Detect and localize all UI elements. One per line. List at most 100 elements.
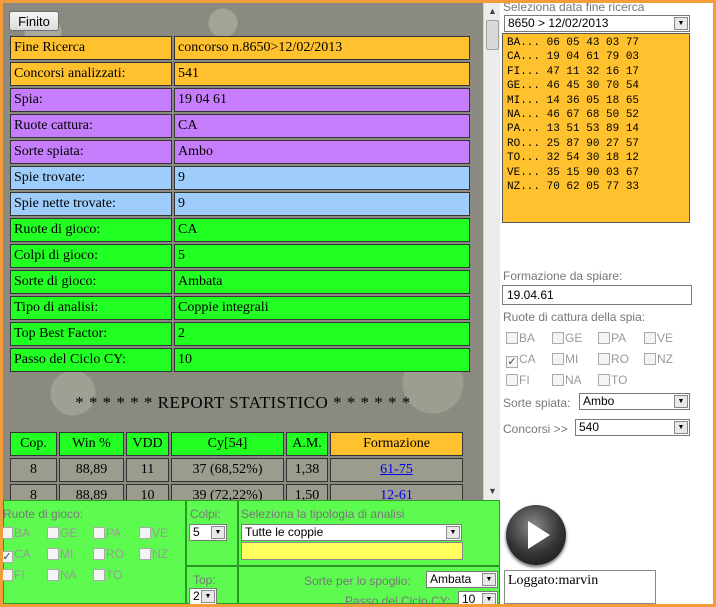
- play-icon: [528, 521, 550, 549]
- info-value: 9: [174, 166, 470, 190]
- tipologia-label: Seleziona la tipologia di analisi: [241, 507, 405, 521]
- ruote-cattura-label: Ruote di cattura della spia:: [503, 310, 646, 324]
- concorsi-value: 540: [579, 420, 600, 434]
- stats-cell: 8: [10, 484, 57, 500]
- sorte-spoglio-label: Sorte per lo spoglio:: [304, 574, 411, 588]
- stats-cell: 11: [126, 458, 169, 482]
- formazione-link[interactable]: 61-75: [380, 462, 413, 477]
- play-button[interactable]: [506, 505, 566, 565]
- info-row: Sorte di gioco: Ambata: [10, 270, 470, 294]
- checkbox-label: FI: [519, 373, 530, 387]
- ruote-gioco-checkbox-nz[interactable]: NZ: [139, 547, 168, 561]
- ruote-cattura-checkbox-nz[interactable]: NZ: [644, 352, 673, 366]
- tipologia-info-bar: [241, 542, 463, 560]
- info-key: Tipo di analisi:: [10, 296, 172, 320]
- report-title: * * * * * * REPORT STATISTICO * * * * * …: [75, 393, 411, 412]
- tipologia-select[interactable]: Tutte le coppie ▼: [241, 524, 462, 541]
- checkbox-label: MI: [565, 352, 579, 366]
- info-key: Fine Ricerca: [10, 36, 172, 60]
- ruote-gioco-label: Ruote di gioco:: [3, 507, 84, 521]
- ruote-gioco-checkbox-ba[interactable]: BA: [3, 526, 30, 540]
- ruote-cattura-checkbox-mi[interactable]: MI: [552, 352, 578, 366]
- info-value: 5: [174, 244, 470, 268]
- ruote-cattura-checkbox-pa[interactable]: PA: [598, 331, 626, 345]
- stats-cell: 37 (68,52%): [171, 458, 284, 482]
- colpi-select[interactable]: 5 ▼: [189, 524, 227, 541]
- checkbox-label: NA: [60, 568, 77, 582]
- checkbox-icon: [47, 527, 59, 539]
- ruote-cattura-checkbox-ve[interactable]: VE: [644, 331, 673, 345]
- ruote-gioco-checkbox-ca[interactable]: ✓ CA: [3, 547, 31, 563]
- ruote-cattura-checkbox-na[interactable]: NA: [552, 373, 582, 387]
- formazione-input[interactable]: 19.04.61: [502, 285, 692, 305]
- ruote-gioco-checkbox-pa[interactable]: PA: [93, 526, 121, 540]
- info-key: Colpi di gioco:: [10, 244, 172, 268]
- estrazioni-textarea[interactable]: BA... 06 05 43 03 77 CA... 19 04 61 79 0…: [502, 33, 690, 223]
- info-value: 2: [174, 322, 470, 346]
- ruote-cattura-checkbox-ge[interactable]: GE: [552, 331, 582, 345]
- formazione-link[interactable]: 12-61: [380, 488, 413, 500]
- checkbox-icon: [93, 569, 105, 581]
- ruote-gioco-checkbox-to[interactable]: TO: [93, 568, 122, 582]
- chevron-down-icon: ▼: [674, 17, 688, 30]
- info-table: Fine Ricerca concorso n.8650>12/02/2013 Co…: [8, 34, 472, 374]
- sorte-spoglio-select[interactable]: Ambata ▼: [426, 571, 498, 588]
- info-value: 9: [174, 192, 470, 216]
- concorsi-select[interactable]: 540 ▼: [575, 419, 690, 436]
- checkbox-icon: [644, 332, 656, 344]
- ruote-cattura-checkbox-to[interactable]: TO: [598, 373, 627, 387]
- ruote-gioco-checkbox-fi[interactable]: FI: [3, 568, 25, 582]
- ruote-gioco-checkbox-ve[interactable]: VE: [139, 526, 168, 540]
- top-select[interactable]: 2 ▼: [189, 588, 217, 604]
- formazione-label: Formazione da spiare:: [503, 269, 623, 283]
- ruote-gioco-checkbox-ro[interactable]: RO: [93, 547, 124, 561]
- info-key: Ruote di gioco:: [10, 218, 172, 242]
- info-row: Ruote di gioco: CA: [10, 218, 470, 242]
- info-row: Spia: 19 04 61: [10, 88, 470, 112]
- checkbox-icon: [598, 353, 610, 365]
- finito-button[interactable]: Finito: [9, 11, 59, 31]
- ruote-cattura-checkbox-fi[interactable]: FI: [506, 373, 530, 387]
- checkbox-label: MI: [60, 547, 74, 561]
- info-key: Spie trovate:: [10, 166, 172, 190]
- stats-cell: 88,89: [59, 458, 124, 482]
- stats-table: Cop. Win % VDD Cy[54] A.M. Formazione 8 88,89 1…: [8, 430, 465, 500]
- passo-select[interactable]: 10 ▼: [458, 591, 498, 604]
- checkbox-icon: [506, 374, 518, 386]
- checkbox-icon: [552, 374, 564, 386]
- scroll-thumb[interactable]: [486, 20, 499, 50]
- ruote-cattura-checkbox-ca[interactable]: ✓ CA: [506, 352, 536, 368]
- info-value: 10: [174, 348, 470, 372]
- stats-row: 8 88,89 10 39 (72,22%) 1,50 12-61: [10, 484, 463, 500]
- ruote-cattura-checkbox-ro[interactable]: RO: [598, 352, 629, 366]
- top-value: 2: [193, 589, 200, 603]
- sorte-spiata-select[interactable]: Ambo ▼: [579, 393, 690, 410]
- checkbox-icon: [598, 332, 610, 344]
- checkbox-label: NA: [565, 373, 582, 387]
- checkbox-icon: [93, 548, 105, 560]
- stats-row: 8 88,89 11 37 (68,52%) 1,38 61-75: [10, 458, 463, 482]
- data-fine-label: Seleziona data fine ricerca: [503, 3, 645, 14]
- info-value: Coppie integrali: [174, 296, 470, 320]
- ruote-gioco-checkbox-mi[interactable]: MI: [47, 547, 73, 561]
- info-row: Spie trovate: 9: [10, 166, 470, 190]
- info-value: CA: [174, 114, 470, 138]
- checkbox-icon: [552, 332, 564, 344]
- scroll-up-icon[interactable]: ▲: [484, 3, 501, 20]
- chevron-down-icon: ▼: [211, 526, 225, 539]
- stats-cell: 12-61: [330, 484, 463, 500]
- ruote-gioco-checkbox-ge[interactable]: GE: [47, 526, 77, 540]
- ruote-cattura-checkbox-ba[interactable]: BA: [506, 331, 535, 345]
- colpi-value: 5: [193, 525, 200, 539]
- stats-cell: 8: [10, 458, 57, 482]
- info-row: Ruote cattura: CA: [10, 114, 470, 138]
- app-frame: Finito Fine Ricerca concorso n.8650>12/02…: [3, 3, 713, 604]
- scroll-down-icon[interactable]: ▼: [484, 483, 501, 500]
- report-scrollbar[interactable]: ▲ ▼: [483, 3, 500, 500]
- checkbox-label: CA: [14, 547, 31, 561]
- info-key: Ruote cattura:: [10, 114, 172, 138]
- checkbox-icon: [3, 569, 13, 581]
- report-panel: Finito Fine Ricerca concorso n.8650>12/02…: [3, 3, 483, 500]
- data-fine-select[interactable]: 8650 > 12/02/2013 ▼: [504, 15, 690, 32]
- ruote-gioco-checkbox-na[interactable]: NA: [47, 568, 77, 582]
